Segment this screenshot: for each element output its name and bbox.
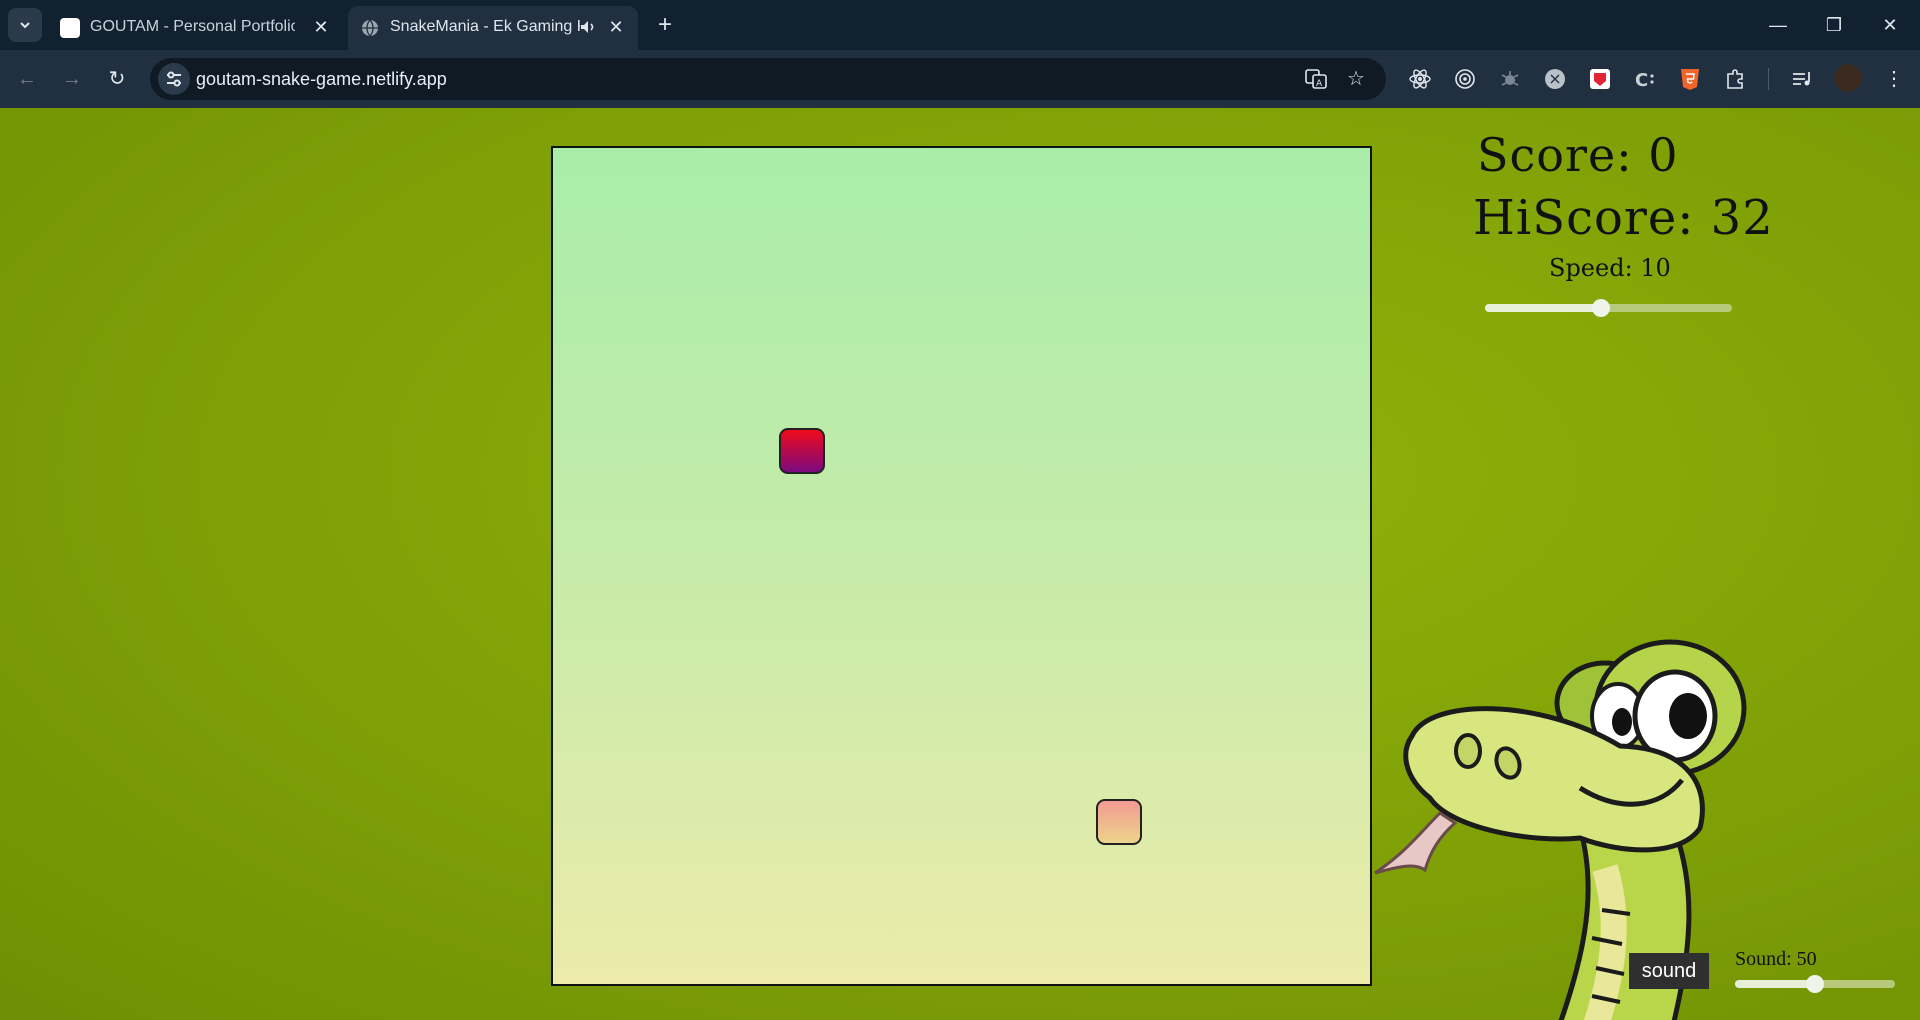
- media-control-icon[interactable]: [1790, 67, 1814, 91]
- address-bar[interactable]: goutam-snake-game.netlify.app A ☆: [150, 58, 1386, 100]
- profile-avatar[interactable]: [1834, 64, 1862, 92]
- browser-toolbar: ← → ↻ goutam-snake-game.netlify.app A ☆ …: [0, 50, 1920, 108]
- new-tab-button[interactable]: +: [650, 10, 680, 40]
- snake-head: [1096, 799, 1142, 845]
- maximize-button[interactable]: ❐: [1814, 10, 1854, 40]
- close-tab-icon[interactable]: ✕: [309, 15, 333, 39]
- puzzle-icon[interactable]: [1723, 67, 1747, 91]
- html5-icon[interactable]: [1678, 67, 1702, 91]
- score-display: Score: 0: [1477, 128, 1679, 182]
- save-extension-icon[interactable]: [1588, 67, 1612, 91]
- minimize-button[interactable]: —: [1758, 10, 1798, 40]
- food-block: [779, 428, 825, 474]
- sound-button[interactable]: sound: [1629, 953, 1709, 989]
- bookmark-star-icon[interactable]: ☆: [1344, 67, 1368, 91]
- hiscore-display: HiScore: 32: [1473, 190, 1774, 246]
- sound-slider-thumb[interactable]: [1806, 975, 1824, 993]
- globe-icon: [362, 19, 378, 37]
- c-extension-icon[interactable]: C: [1633, 67, 1657, 91]
- bug-extension-icon[interactable]: [1498, 67, 1522, 91]
- tab-title: SnakeMania - Ek Gaming Ka: [390, 18, 580, 35]
- react-devtools-icon[interactable]: [1408, 67, 1432, 91]
- game-page: Score: 0 HiScore: 32 Speed: 10 sound Sou…: [0, 108, 1920, 1020]
- tab-strip: GOUTAM - Personal Portfolio Te ✕ SnakeMa…: [0, 0, 1920, 50]
- speed-slider-fill: [1485, 304, 1602, 312]
- menu-button[interactable]: ⋮: [1877, 62, 1911, 96]
- tab-portfolio[interactable]: GOUTAM - Personal Portfolio Te ✕: [48, 6, 343, 50]
- game-board[interactable]: [551, 146, 1372, 986]
- translate-icon[interactable]: A: [1304, 67, 1328, 91]
- svg-text:C: C: [1635, 70, 1648, 91]
- target-extension-icon[interactable]: [1453, 67, 1477, 91]
- toolbar-divider: [1768, 68, 1769, 90]
- speed-label: Speed: 10: [1549, 254, 1671, 282]
- sound-slider-fill: [1735, 980, 1814, 988]
- sound-label: Sound: 50: [1735, 948, 1817, 970]
- tab-title: GOUTAM - Personal Portfolio Te: [90, 18, 295, 35]
- svg-text:A: A: [1316, 79, 1323, 89]
- chevron-down-icon: [20, 22, 30, 29]
- url-text[interactable]: goutam-snake-game.netlify.app: [196, 69, 447, 90]
- speed-slider-thumb[interactable]: [1592, 299, 1610, 317]
- close-tab-icon[interactable]: ✕: [604, 15, 628, 39]
- circle-extension-icon[interactable]: [1543, 67, 1567, 91]
- forward-button[interactable]: →: [55, 62, 89, 96]
- tab-snakemania[interactable]: SnakeMania - Ek Gaming Ka ✕: [348, 6, 638, 50]
- tune-icon: [167, 71, 181, 87]
- site-info-button[interactable]: [158, 63, 190, 95]
- speaker-icon[interactable]: [578, 17, 598, 37]
- close-window-button[interactable]: ✕: [1870, 10, 1910, 40]
- portfolio-favicon-icon: [60, 18, 80, 38]
- reload-button[interactable]: ↻: [100, 62, 134, 96]
- back-button[interactable]: ←: [10, 62, 44, 96]
- tab-search-button[interactable]: [8, 8, 42, 42]
